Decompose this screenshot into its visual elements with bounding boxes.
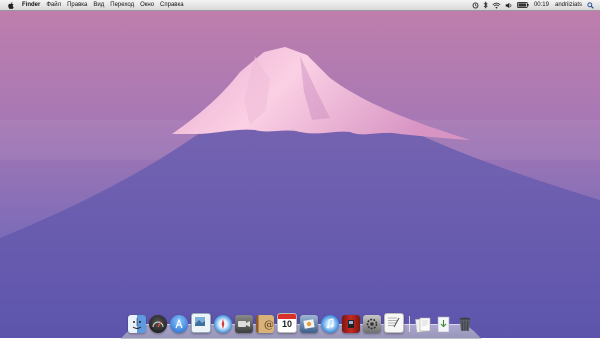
menu-go[interactable]: Переход <box>107 0 137 10</box>
documents-stack-icon[interactable] <box>414 315 432 333</box>
address-book-icon[interactable]: @ <box>256 315 274 333</box>
wallpaper-mount-fuji <box>0 0 600 338</box>
menu-edit[interactable]: Правка <box>64 0 90 10</box>
status-area: 00:19 andriiziats <box>470 0 600 10</box>
menu-app-name[interactable]: Finder <box>19 0 43 10</box>
wifi-icon[interactable] <box>490 0 503 10</box>
itunes-icon[interactable] <box>321 315 339 333</box>
trash-icon[interactable] <box>456 315 474 333</box>
facetime-icon[interactable] <box>235 315 253 333</box>
volume-icon[interactable] <box>503 0 515 10</box>
bluetooth-icon[interactable] <box>481 0 490 10</box>
svg-text:@: @ <box>264 320 274 331</box>
iphoto-icon[interactable] <box>300 315 318 333</box>
preview-icon[interactable] <box>191 313 211 333</box>
downloads-stack-icon[interactable] <box>435 315 453 333</box>
app-store-icon[interactable] <box>170 315 188 333</box>
menu-bar: Finder Файл Правка Вид Переход Окно Спра… <box>0 0 600 11</box>
menubar-clock[interactable]: 00:19 <box>531 0 552 10</box>
textedit-icon[interactable] <box>384 313 404 333</box>
dock-separator <box>409 316 410 332</box>
safari-icon[interactable] <box>214 315 232 333</box>
photo-booth-icon[interactable] <box>342 315 360 333</box>
menu-help[interactable]: Справка <box>157 0 187 10</box>
menu-file[interactable]: Файл <box>43 0 64 10</box>
menu-view[interactable]: Вид <box>90 0 107 10</box>
menu-window[interactable]: Окно <box>137 0 157 10</box>
ical-icon[interactable]: 10 <box>277 313 297 333</box>
system-preferences-icon[interactable] <box>363 315 381 333</box>
time-machine-icon[interactable] <box>470 0 481 10</box>
dock: @ 10 <box>128 311 477 333</box>
battery-icon[interactable] <box>515 0 531 10</box>
spotlight-icon[interactable] <box>585 0 596 10</box>
finder-icon[interactable] <box>128 315 146 333</box>
dashboard-icon[interactable] <box>149 315 167 333</box>
desktop-wallpaper <box>0 0 600 338</box>
apple-icon[interactable] <box>3 1 19 9</box>
menubar-user-name[interactable]: andriiziats <box>552 0 585 10</box>
